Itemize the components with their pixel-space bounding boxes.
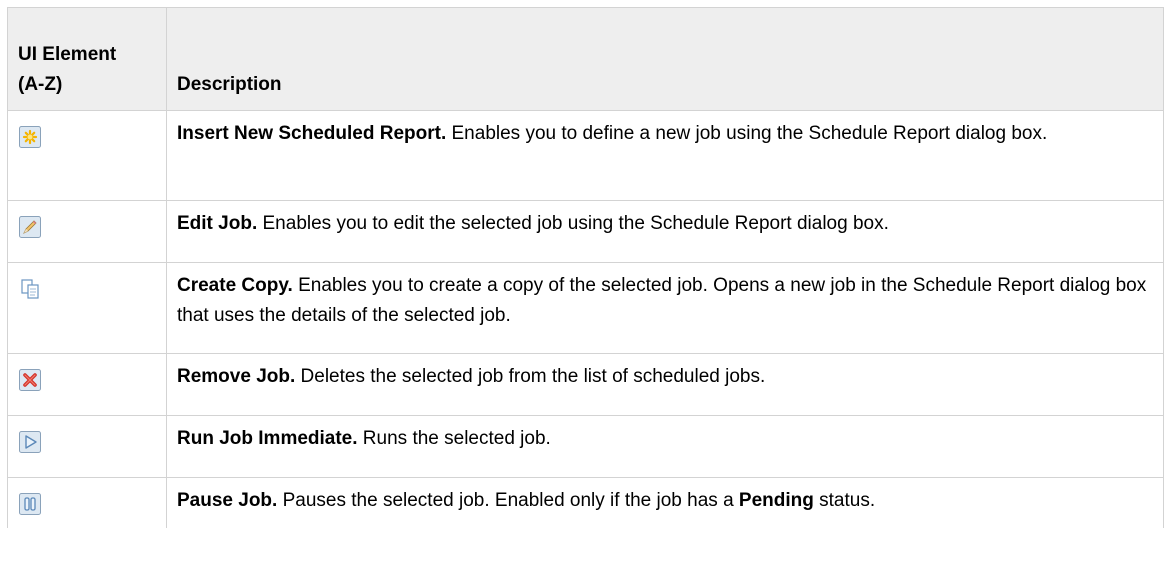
pencil-icon	[18, 215, 42, 239]
description-cell: Create Copy. Enables you to create a cop…	[166, 262, 1164, 354]
row-title: Remove Job.	[177, 366, 296, 387]
row-text: Enables you to create a copy of the sele…	[177, 275, 1147, 326]
row-text: Pauses the selected job. Enabled only if…	[277, 490, 739, 511]
table-row: Insert New Scheduled Report. Enables you…	[7, 110, 1164, 201]
row-text-end: status.	[813, 490, 876, 511]
description-cell: Remove Job. Deletes the selected job fro…	[166, 353, 1164, 416]
table-row: Edit Job. Enables you to edit the select…	[7, 200, 1164, 263]
row-text: Enables you to edit the selected job usi…	[257, 213, 889, 234]
row-title: Edit Job.	[177, 213, 258, 234]
new-star-icon	[18, 125, 42, 149]
table-row: Run Job Immediate. Runs the selected job…	[7, 415, 1164, 478]
description-cell: Pause Job. Pauses the selected job. Enab…	[166, 477, 1164, 528]
ui-elements-table: UI Element (A-Z) Description Insert New …	[7, 7, 1164, 528]
row-text: Enables you to define a new job using th…	[446, 123, 1048, 144]
row-text: Runs the selected job.	[357, 428, 551, 449]
pending-status-text: Pending	[738, 490, 814, 511]
icon-cell	[7, 110, 167, 201]
icon-cell	[7, 353, 167, 416]
icon-cell	[7, 415, 167, 478]
row-text: Deletes the selected job from the list o…	[295, 366, 766, 387]
table-header-row: UI Element (A-Z) Description	[7, 7, 1164, 111]
copy-icon	[18, 277, 42, 301]
play-icon	[18, 430, 42, 454]
header-ui-element-line1: UI Element	[18, 44, 117, 65]
icon-cell	[7, 200, 167, 263]
column-header-ui-element: UI Element (A-Z)	[7, 7, 167, 111]
row-title: Create Copy.	[177, 275, 293, 296]
header-ui-element-line2: (A-Z)	[18, 74, 63, 95]
description-cell: Edit Job. Enables you to edit the select…	[166, 200, 1164, 263]
row-title: Run Job Immediate.	[177, 428, 358, 449]
column-header-description: Description	[166, 7, 1164, 111]
row-title: Pause Job.	[177, 490, 278, 511]
description-cell: Run Job Immediate. Runs the selected job…	[166, 415, 1164, 478]
icon-cell	[7, 477, 167, 528]
icon-cell	[7, 262, 167, 354]
description-cell: Insert New Scheduled Report. Enables you…	[166, 110, 1164, 201]
table-row: Remove Job. Deletes the selected job fro…	[7, 353, 1164, 416]
row-title: Insert New Scheduled Report.	[177, 123, 447, 144]
table-row: Pause Job. Pauses the selected job. Enab…	[7, 477, 1164, 528]
table-row: Create Copy. Enables you to create a cop…	[7, 262, 1164, 354]
pause-icon	[18, 492, 42, 516]
red-x-icon	[18, 368, 42, 392]
